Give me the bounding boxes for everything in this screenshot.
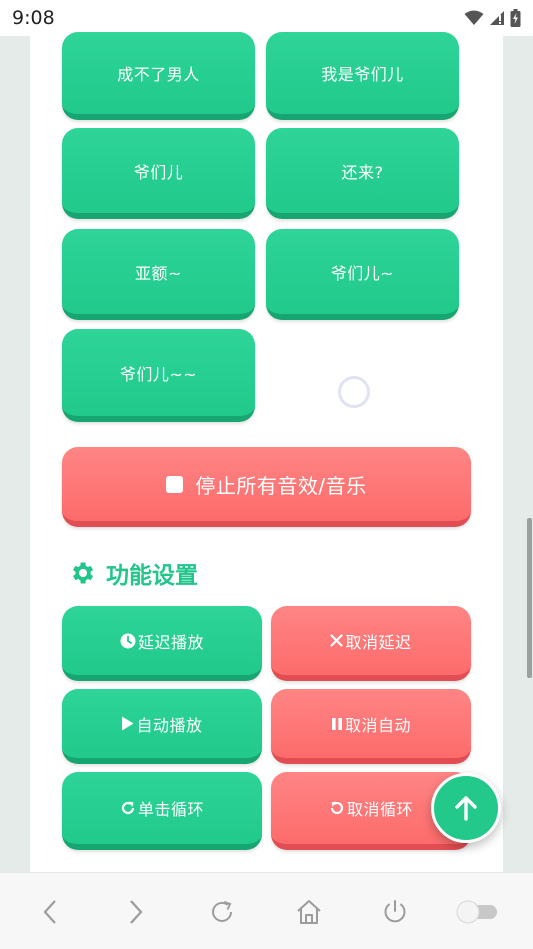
sound-button-label: 亚额~ — [135, 263, 182, 283]
nav-power-button[interactable] — [375, 895, 415, 929]
bottom-nav-bar — [0, 872, 533, 949]
sound-button-1[interactable]: 成不了男人 — [62, 32, 255, 120]
wifi-icon — [464, 10, 484, 25]
sound-button-7[interactable]: 爷们儿~~ — [62, 329, 255, 422]
refresh-icon — [212, 901, 232, 922]
scrollbar[interactable] — [527, 518, 532, 678]
stop-square-icon — [166, 475, 184, 493]
auto-play-label: 自动播放 — [136, 715, 203, 735]
sound-button-label: 成不了男人 — [117, 65, 200, 84]
sound-button-5[interactable]: 亚额~ — [62, 229, 255, 320]
nav-forward-button[interactable] — [116, 895, 156, 929]
stop-all-button[interactable]: 停止所有音效/音乐 — [62, 447, 471, 527]
settings-title: 功能设置 — [106, 563, 198, 589]
undo-icon — [329, 800, 345, 816]
sound-button-6[interactable]: 爷们儿~ — [266, 229, 459, 320]
stop-all-label: 停止所有音效/音乐 — [195, 473, 367, 498]
pause-icon — [331, 717, 343, 731]
arrow-up-icon — [455, 796, 477, 821]
gear-icon — [73, 562, 94, 584]
nav-refresh-button[interactable] — [202, 895, 242, 929]
signal-icon — [490, 11, 504, 25]
sound-button-label: 爷们儿~~ — [119, 364, 198, 384]
cancel-auto-label: 取消自动 — [344, 715, 411, 735]
clock-icon — [120, 633, 136, 649]
nav-toggle-switch[interactable] — [454, 895, 500, 929]
cancel-loop-label: 取消循环 — [346, 800, 413, 819]
status-icons — [464, 9, 521, 27]
home-icon — [297, 900, 321, 924]
chevron-right-icon — [130, 900, 143, 924]
single-loop-label: 单击循环 — [137, 800, 204, 819]
chevron-left-icon — [43, 900, 56, 924]
sound-button-label: 爷们儿 — [133, 162, 184, 182]
auto-play-button[interactable]: 自动播放 — [62, 689, 262, 764]
toggle-icon — [456, 900, 497, 924]
status-time: 9:08 — [12, 7, 55, 29]
battery-icon — [510, 9, 521, 27]
nav-home-button[interactable] — [289, 895, 329, 929]
single-loop-button[interactable]: 单击循环 — [62, 772, 262, 850]
status-bar: 9:08 — [0, 0, 533, 36]
power-icon — [384, 900, 406, 923]
nav-back-button[interactable] — [30, 895, 70, 929]
redo-icon — [120, 800, 136, 816]
cancel-delay-label: 取消延迟 — [345, 632, 412, 652]
sound-button-4[interactable]: 还来? — [266, 128, 459, 219]
sound-button-label: 还来? — [341, 162, 384, 182]
settings-section-title: 功能设置 — [68, 556, 198, 590]
loading-spinner — [338, 376, 370, 408]
play-icon — [121, 716, 134, 731]
cancel-auto-button[interactable]: 取消自动 — [271, 689, 471, 764]
scroll-to-top-button[interactable] — [431, 773, 501, 843]
sound-button-label: 爷们儿~ — [330, 263, 395, 283]
delay-play-label: 延迟播放 — [137, 632, 204, 652]
sound-button-label: 我是爷们儿 — [321, 65, 404, 84]
sound-button-3[interactable]: 爷们儿 — [62, 128, 255, 219]
cancel-delay-button[interactable]: 取消延迟 — [271, 606, 471, 681]
x-icon — [330, 634, 344, 647]
delay-play-button[interactable]: 延迟播放 — [62, 606, 262, 681]
sound-button-2[interactable]: 我是爷们儿 — [266, 32, 459, 120]
